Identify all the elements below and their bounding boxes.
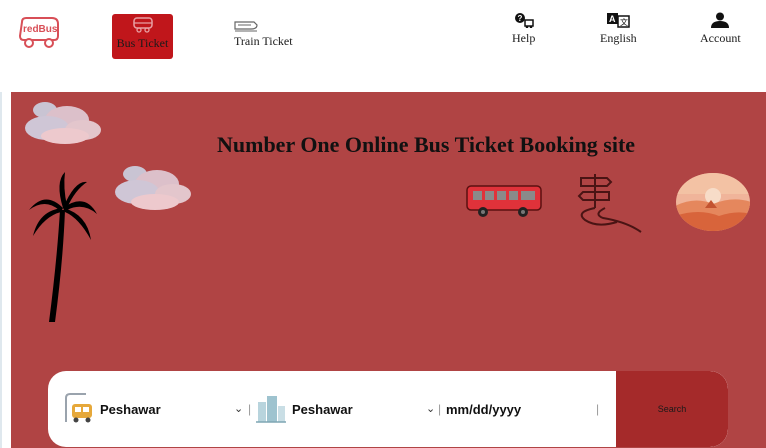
- source-value: Peshawar: [100, 401, 161, 417]
- search-button[interactable]: Search: [616, 371, 728, 447]
- destination-dropdown-chevron-icon[interactable]: ⌄: [426, 402, 435, 415]
- language-selector[interactable]: A 文 English: [600, 12, 637, 46]
- help-link[interactable]: ? Help: [512, 12, 535, 46]
- language-label: English: [600, 31, 637, 45]
- account-icon: [711, 12, 730, 28]
- top-navbar: redBus Bus Ticket Train Ticket ? Help A …: [0, 0, 766, 92]
- language-icon: A 文: [607, 13, 631, 28]
- svg-text:A: A: [609, 14, 616, 24]
- city-icon: [256, 396, 286, 423]
- redbus-logo-icon: redBus: [18, 17, 59, 48]
- bus-illustration: [466, 185, 542, 217]
- tab-train-ticket[interactable]: Train Ticket: [234, 20, 293, 49]
- signpost-illustration: [577, 174, 642, 233]
- bus-icon: [132, 17, 153, 33]
- svg-text:文: 文: [620, 17, 628, 27]
- account-link[interactable]: Account: [700, 12, 741, 46]
- train-icon: [234, 21, 258, 32]
- date-field[interactable]: mm/dd/yyyy: [442, 371, 602, 447]
- hero-title: Number One Online Bus Ticket Booking sit…: [217, 132, 636, 157]
- desert-sunset-illustration: [676, 173, 750, 231]
- svg-text:?: ?: [517, 14, 522, 23]
- field-separator: |: [596, 402, 600, 416]
- source-field[interactable]: Peshawar: [62, 371, 252, 447]
- date-value: mm/dd/yyyy: [446, 401, 522, 417]
- redbus-logo[interactable]: redBus: [18, 16, 60, 50]
- destination-value: Peshawar: [292, 401, 353, 417]
- tab-bus-ticket-label: Bus Ticket: [116, 36, 169, 50]
- cloud-illustration: [25, 102, 101, 144]
- account-label: Account: [700, 31, 741, 45]
- tab-train-ticket-label: Train Ticket: [234, 34, 293, 48]
- help-icon: ?: [514, 13, 534, 28]
- destination-field[interactable]: Peshawar: [254, 371, 444, 447]
- search-bar: Peshawar ⌄ | Peshawar ⌄ | mm/dd/yyyy | S…: [48, 371, 728, 447]
- field-separator: |: [248, 402, 252, 416]
- field-separator: |: [438, 402, 442, 416]
- tab-bus-ticket[interactable]: Bus Ticket: [112, 14, 173, 59]
- svg-text:redBus: redBus: [23, 24, 58, 35]
- cloud-illustration: [115, 166, 191, 210]
- palm-tree-illustration: [29, 172, 97, 322]
- bus-stop-icon: [65, 393, 92, 423]
- source-dropdown-chevron-icon[interactable]: ⌄: [234, 402, 243, 415]
- help-label: Help: [512, 31, 536, 45]
